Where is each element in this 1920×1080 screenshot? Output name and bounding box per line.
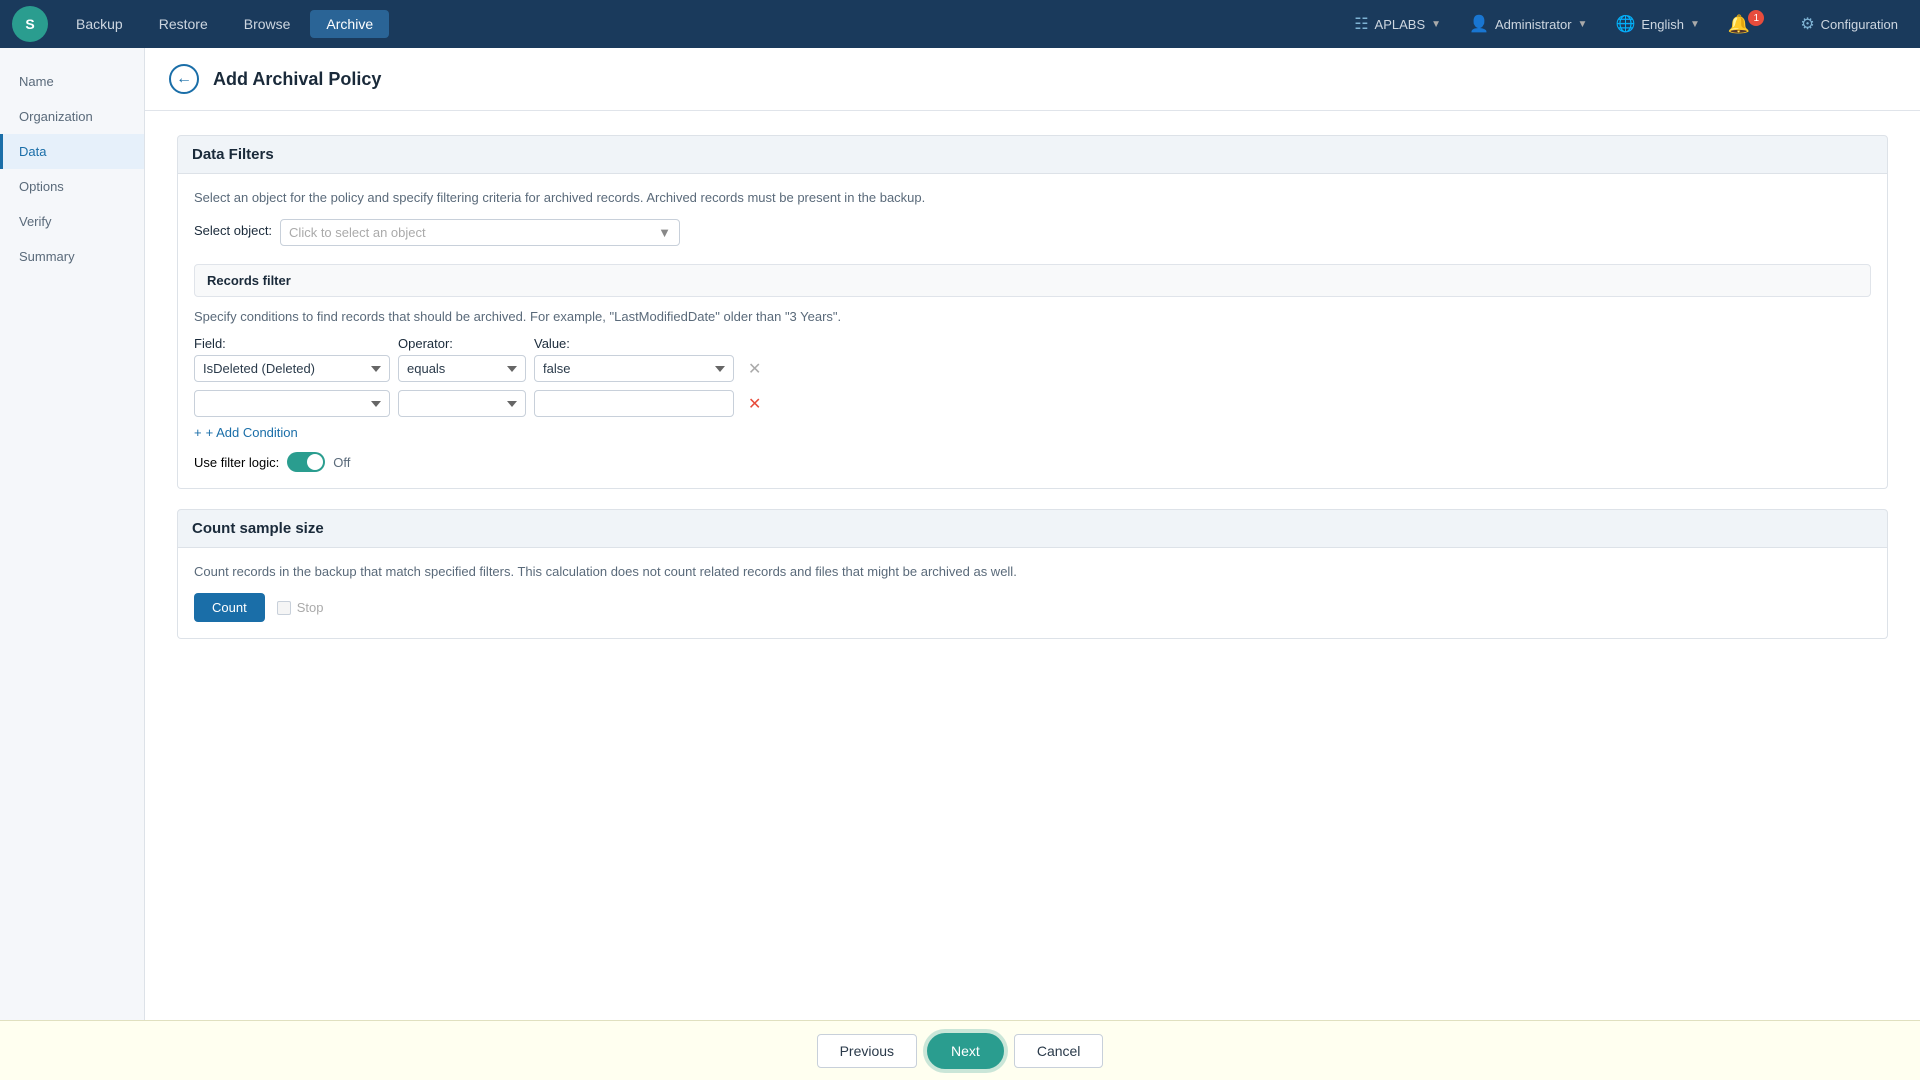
sidebar-item-name[interactable]: Name <box>0 64 144 99</box>
user-chevron-icon: ▼ <box>1578 19 1588 30</box>
value-select-1[interactable]: false <box>534 355 734 382</box>
delete-row-1-btn[interactable]: ✕ <box>742 357 767 381</box>
language-label: English <box>1641 17 1684 32</box>
operator-select-1[interactable]: equals <box>398 355 526 382</box>
language-selector[interactable]: 🌐 English ▼ <box>1605 9 1709 39</box>
filter-logic-label: Use filter logic: <box>194 455 279 470</box>
add-condition-label: + Add Condition <box>206 425 298 440</box>
org-selector[interactable]: ☷ APLABS ▼ <box>1344 9 1451 39</box>
previous-button[interactable]: Previous <box>817 1034 917 1068</box>
stop-label: Stop <box>297 600 324 615</box>
records-filter-heading: Records filter <box>207 273 291 288</box>
add-condition-btn[interactable]: + + Add Condition <box>194 425 1871 440</box>
data-filters-section: Data Filters Select an object for the po… <box>177 135 1888 489</box>
toggle-slider <box>287 452 325 472</box>
top-nav: S Backup Restore Browse Archive ☷ APLABS… <box>0 0 1920 48</box>
filter-row-2: ✕ <box>194 390 1871 417</box>
filter-logic-state: Off <box>333 455 350 470</box>
sidebar-item-verify[interactable]: Verify <box>0 204 144 239</box>
field-col-label: Field: <box>194 336 390 351</box>
toggle-knob <box>307 454 323 470</box>
main-content: Data Filters Select an object for the po… <box>145 111 1920 683</box>
operator-select-2[interactable] <box>398 390 526 417</box>
field-select-2[interactable] <box>194 390 390 417</box>
filter-row-1: IsDeleted (Deleted) equals false ✕ <box>194 355 1871 382</box>
select-object-placeholder-text: Click to select an object <box>289 225 426 240</box>
nav-browse[interactable]: Browse <box>228 10 307 38</box>
org-chevron-icon: ▼ <box>1431 19 1441 30</box>
cancel-button[interactable]: Cancel <box>1014 1034 1104 1068</box>
select-object-dropdown[interactable]: Click to select an object ▼ <box>280 219 680 246</box>
user-label: Administrator <box>1495 17 1572 32</box>
sidebar-item-summary[interactable]: Summary <box>0 239 144 274</box>
bottom-bar: Previous Next Cancel <box>0 1020 1920 1080</box>
back-button[interactable]: ← <box>169 64 199 94</box>
notifications-btn[interactable]: 🔔 1 <box>1718 9 1782 40</box>
select-object-chevron-icon: ▼ <box>658 225 671 240</box>
data-filters-heading: Data Filters <box>177 135 1888 174</box>
stop-checkbox[interactable] <box>277 601 291 615</box>
config-label: Configuration <box>1821 17 1898 32</box>
sidebar-item-options[interactable]: Options <box>0 169 144 204</box>
sidebar: Name Organization Data Options Verify Su… <box>0 48 145 1080</box>
delete-row-2-btn[interactable]: ✕ <box>742 392 767 416</box>
stop-area: Stop <box>277 600 324 615</box>
value-input-2[interactable] <box>534 390 734 417</box>
next-button[interactable]: Next <box>927 1033 1004 1069</box>
select-object-row: Select object: Click to select an object… <box>194 219 1871 246</box>
select-object-label: Select object: <box>194 223 272 238</box>
count-heading: Count sample size <box>177 509 1888 548</box>
page-title: Add Archival Policy <box>213 69 381 90</box>
page-header: ← Add Archival Policy <box>145 48 1920 111</box>
filter-logic-row: Use filter logic: Off <box>194 452 1871 472</box>
notification-badge: 1 <box>1748 10 1764 26</box>
org-label: APLABS <box>1375 17 1426 32</box>
count-body: Count records in the backup that match s… <box>177 548 1888 639</box>
data-filters-help: Select an object for the policy and spec… <box>194 190 1871 205</box>
lang-chevron-icon: ▼ <box>1690 19 1700 30</box>
filter-logic-toggle[interactable] <box>287 452 325 472</box>
data-filters-body: Select an object for the policy and spec… <box>177 174 1888 489</box>
operator-col-label: Operator: <box>398 336 526 351</box>
count-button[interactable]: Count <box>194 593 265 622</box>
add-condition-icon: + <box>194 425 202 440</box>
nav-archive[interactable]: Archive <box>310 10 389 38</box>
count-section: Count sample size Count records in the b… <box>177 509 1888 639</box>
sidebar-item-data[interactable]: Data <box>0 134 144 169</box>
app-logo: S <box>12 6 48 42</box>
page-area: ← Add Archival Policy Data Filters Selec… <box>145 48 1920 1080</box>
nav-restore[interactable]: Restore <box>143 10 224 38</box>
filter-column-headers: Field: Operator: Value: <box>194 336 1871 351</box>
records-filter-help: Specify conditions to find records that … <box>194 309 1871 324</box>
records-filter-section: Records filter Specify conditions to fin… <box>194 264 1871 472</box>
field-select-1[interactable]: IsDeleted (Deleted) <box>194 355 390 382</box>
value-col-label: Value: <box>534 336 734 351</box>
user-menu[interactable]: 👤 Administrator ▼ <box>1459 9 1597 39</box>
count-help: Count records in the backup that match s… <box>194 564 1871 579</box>
top-nav-right: ☷ APLABS ▼ 👤 Administrator ▼ 🌐 English ▼… <box>1344 9 1908 40</box>
nav-backup[interactable]: Backup <box>60 10 139 38</box>
sidebar-item-organization[interactable]: Organization <box>0 99 144 134</box>
count-actions: Count Stop <box>194 593 1871 622</box>
config-btn[interactable]: ⚙ Configuration <box>1790 9 1908 39</box>
main-layout: Name Organization Data Options Verify Su… <box>0 48 1920 1080</box>
